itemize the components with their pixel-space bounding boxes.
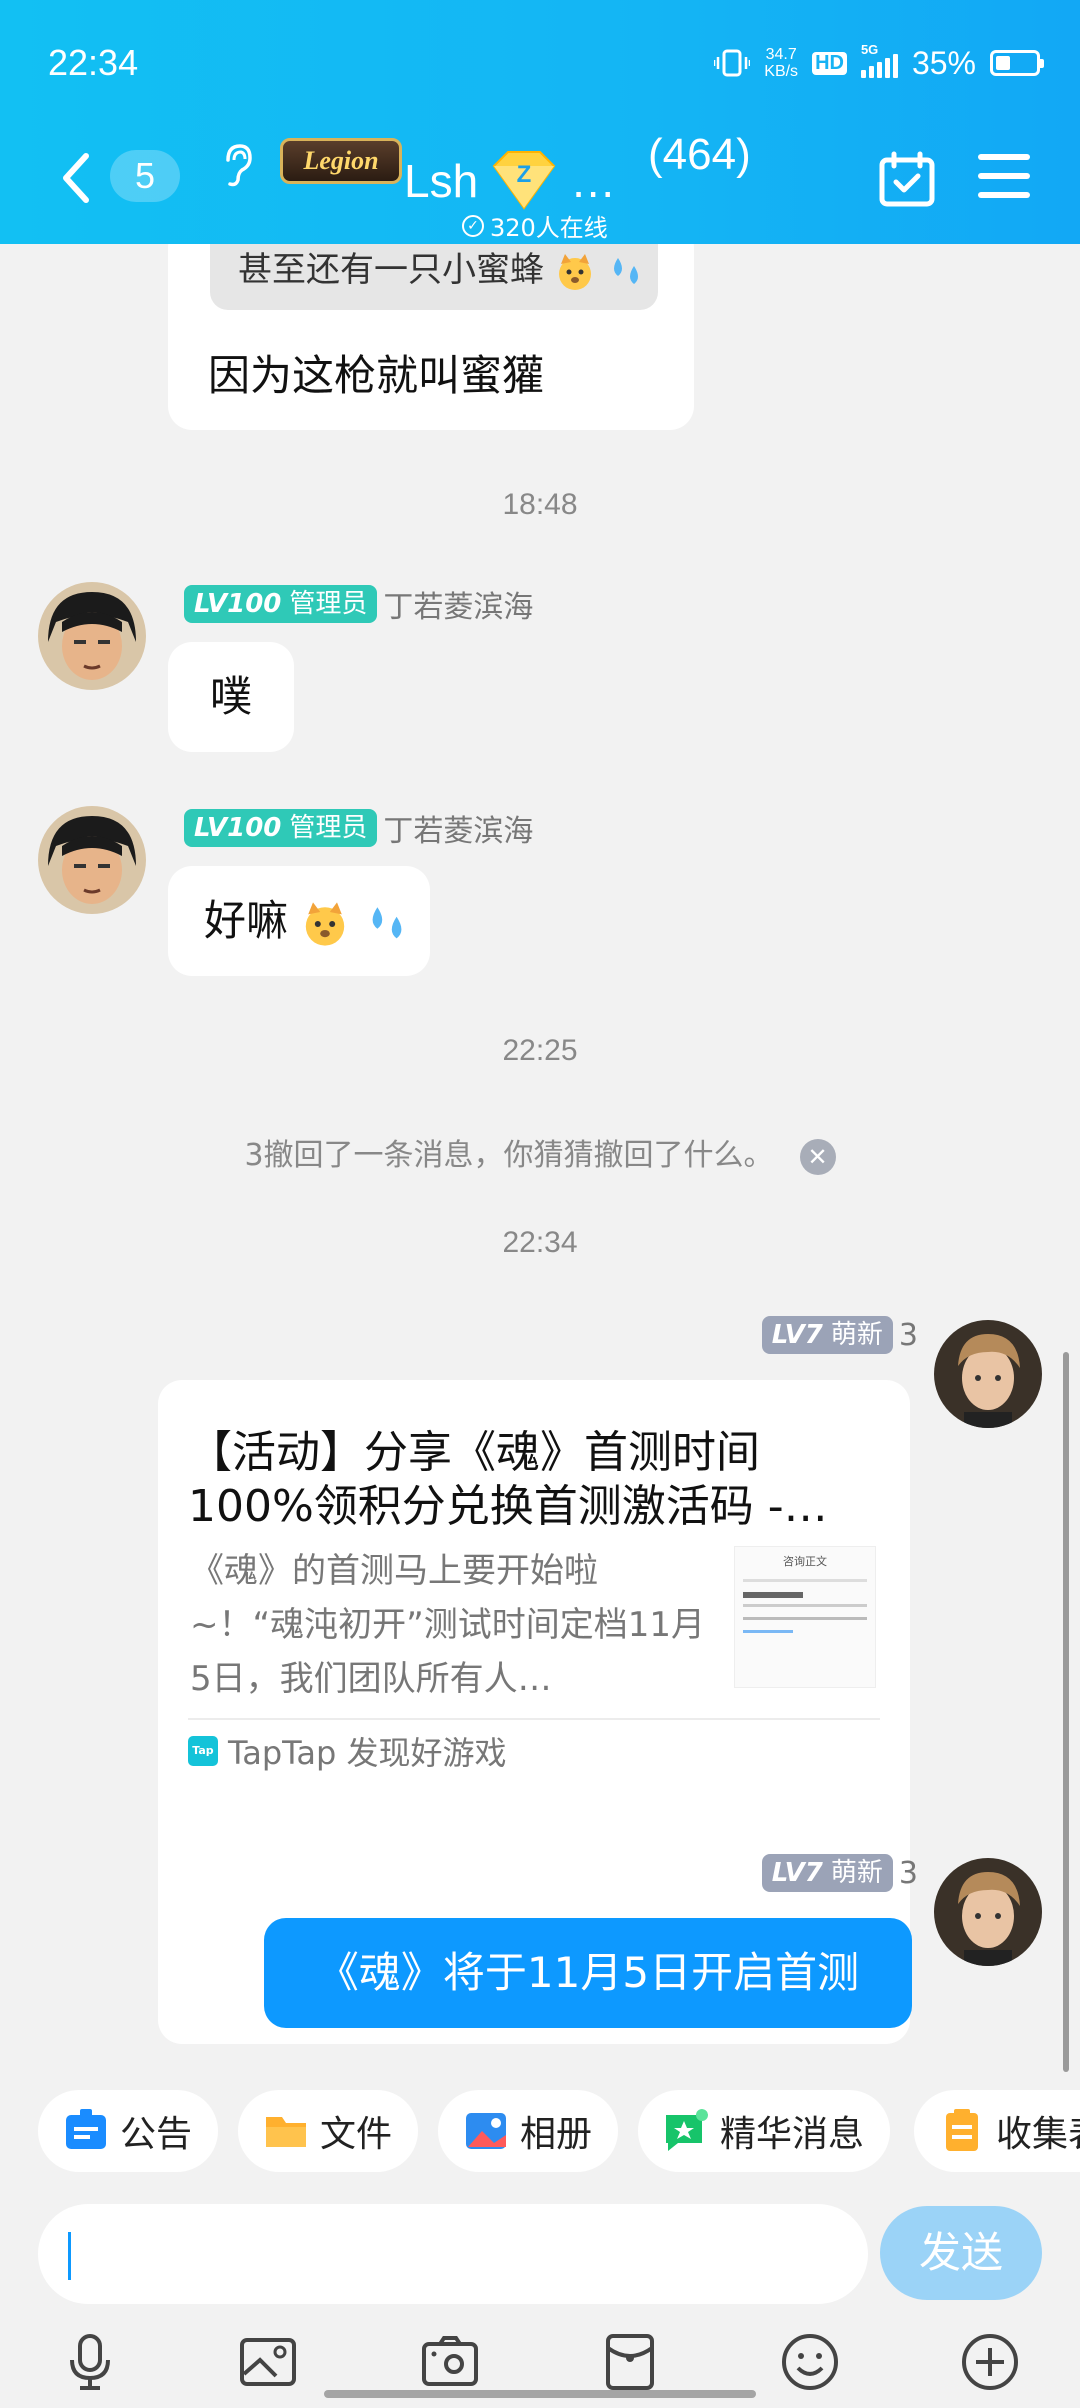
album-icon [466, 2113, 506, 2149]
form-icon [946, 2109, 978, 2151]
album-button[interactable]: 相册 [438, 2090, 619, 2172]
card-description: 《魂》的首测马上要开始啦~！“魂沌初开”测试时间定档11月5日，我们团队所有人… [190, 1551, 705, 1699]
sweat-drops-icon [372, 906, 402, 938]
scrollbar[interactable] [1063, 1352, 1069, 2072]
status-time: 22:34 [48, 42, 139, 83]
back-arrow-icon[interactable] [56, 148, 96, 208]
menu-icon[interactable] [978, 154, 1030, 198]
online-check-icon: ✓ [462, 214, 484, 237]
composer: 发送 [0, 2186, 1080, 2330]
quick-actions-bar: 公告 文件 相册 精华消息 收集表 [0, 2076, 1080, 2186]
mic-icon[interactable] [58, 2330, 122, 2394]
emoji-icon[interactable] [778, 2330, 842, 2394]
svg-text:Z: Z [517, 161, 532, 188]
checkin-calendar-icon[interactable] [878, 150, 936, 208]
red-packet-icon[interactable] [598, 2330, 662, 2394]
net-speed: 34.7 KB/s [764, 46, 799, 80]
member-count: (464) [648, 130, 751, 179]
dog-emoji-icon [558, 253, 591, 290]
my-avatar-image [934, 1320, 1042, 1428]
form-button[interactable]: 收集表 [914, 2090, 1080, 2172]
sender-meta: LV7 萌新 3 [761, 1854, 918, 1892]
recall-notice: 3撤回了一条消息，你猜猜撤回了什么。 ✕ [0, 1130, 1080, 1175]
message-bubble[interactable]: 好嘛 [168, 866, 430, 976]
hd-badge: HD [812, 51, 847, 75]
ear-icon[interactable] [216, 140, 256, 190]
sender-name[interactable]: 丁若菱滨海 [383, 582, 533, 626]
message-bubble[interactable]: 甚至还有一只小蜜蜂 因为这枪就叫蜜獾 [168, 244, 694, 430]
level-badge: LV7 萌新 [761, 1854, 893, 1892]
dog-emoji-icon [306, 901, 345, 946]
announcement-icon [66, 2109, 106, 2149]
close-icon[interactable]: ✕ [799, 1138, 836, 1175]
online-status: ✓ 320人在线 [462, 208, 608, 243]
diamond-z-icon: Z [492, 151, 556, 210]
essence-messages-button[interactable]: 精华消息 [638, 2090, 891, 2172]
files-button[interactable]: 文件 [238, 2090, 419, 2172]
card-source: Tap TapTap 发现好游戏 [188, 1728, 507, 1774]
admin-avatar-image [38, 582, 146, 690]
quoted-message: 甚至还有一只小蜜蜂 [210, 244, 658, 310]
status-icons: 34.7 KB/s HD 5G 35% [714, 42, 1044, 82]
group-title-badge: Legion [280, 138, 402, 184]
plus-icon[interactable] [958, 2330, 1022, 2394]
level-badge: LV100 管理员 [184, 809, 378, 847]
message-input[interactable] [38, 2204, 868, 2304]
text-cursor [68, 2232, 71, 2280]
card-title: 【活动】分享《魂》首测时间100%领积分兑换首测激活码 -… [188, 1427, 828, 1532]
unread-count-badge[interactable]: 5 [110, 150, 180, 202]
status-bar: 22:34 34.7 KB/s HD 5G 35% [48, 38, 1044, 88]
message-list[interactable]: 甚至还有一只小蜜蜂 因为这枪就叫蜜獾 18:48 LV100 管理员 丁若菱滨海 … [0, 244, 1080, 2076]
announcement-button[interactable]: 公告 [38, 2090, 219, 2172]
image-icon[interactable] [236, 2330, 300, 2394]
my-avatar-image [934, 1858, 1042, 1966]
message-bubble[interactable]: 噗 [168, 642, 294, 752]
input-toolbar [0, 2330, 1080, 2408]
group-name[interactable]: Lsh Z … [404, 148, 616, 214]
sender-meta: LV100 管理员 丁若菱滨海 [184, 806, 533, 850]
sender-name[interactable]: 丁若菱滨海 [383, 806, 533, 850]
sweat-drops-icon [613, 257, 638, 284]
battery-percent: 35% [911, 44, 976, 81]
avatar[interactable] [38, 582, 146, 690]
avatar[interactable] [934, 1858, 1042, 1966]
camera-icon[interactable] [418, 2330, 482, 2394]
timestamp: 18:48 [502, 488, 578, 521]
admin-avatar-image [38, 806, 146, 914]
avatar[interactable] [934, 1320, 1042, 1428]
signal-icon: 5G [860, 42, 898, 78]
my-message-bubble[interactable]: 《魂》将于11月5日开启首测 [264, 1918, 912, 2028]
level-badge: LV7 萌新 [761, 1316, 893, 1354]
sender-meta: LV100 管理员 丁若菱滨海 [184, 582, 533, 626]
sender-meta: LV7 萌新 3 [761, 1316, 918, 1354]
home-indicator[interactable] [324, 2390, 756, 2398]
battery-icon [990, 50, 1044, 76]
timestamp: 22:34 [502, 1226, 578, 1259]
avatar[interactable] [38, 806, 146, 914]
card-thumbnail: 咨询正文 [734, 1546, 876, 1688]
card-divider [188, 1718, 880, 1720]
send-button[interactable]: 发送 [880, 2206, 1042, 2300]
essence-icon [666, 2109, 708, 2151]
timestamp: 22:25 [502, 1034, 578, 1067]
sender-name[interactable]: 3 [899, 1318, 918, 1353]
level-badge: LV100 管理员 [184, 585, 378, 623]
chat-header: 22:34 34.7 KB/s HD 5G 35% 5 Legion Lsh Z … [0, 0, 1080, 244]
sender-name[interactable]: 3 [899, 1856, 918, 1891]
taptap-logo-icon: Tap [188, 1736, 218, 1766]
folder-icon [266, 2117, 306, 2147]
message-text: 因为这枪就叫蜜獾 [208, 351, 545, 400]
vibrate-icon [714, 49, 751, 77]
nav-bar: 5 Legion Lsh Z … (464) ✓ 320人在线 [0, 130, 1080, 242]
